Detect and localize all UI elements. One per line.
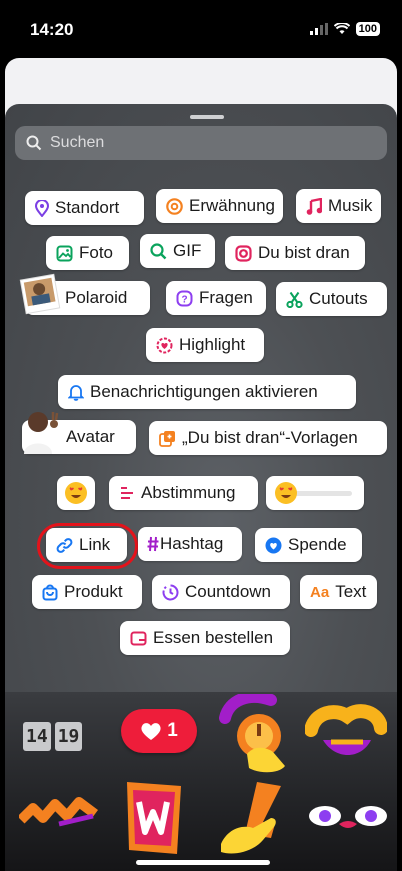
- scissors-icon: [286, 291, 303, 308]
- sticker-cutouts-label: Cutouts: [309, 289, 368, 308]
- status-icons: 100: [309, 22, 380, 36]
- sticker-hashtag-label: Hashtag: [160, 534, 224, 553]
- sticker-produkt-label: Produkt: [64, 582, 123, 601]
- mention-icon: [166, 197, 183, 215]
- sticker-abstimmung[interactable]: Abstimmung: [109, 476, 258, 510]
- sticker-vorlagen-label: „Du bist dran“-Vorlagen: [182, 428, 358, 447]
- search-icon: [26, 135, 42, 151]
- food-order-icon: [130, 631, 147, 645]
- sticker-produkt[interactable]: Produkt: [32, 575, 142, 609]
- sticker-musik-label: Musik: [328, 196, 373, 215]
- shopping-bag-icon: [42, 584, 58, 600]
- clock-minute: 19: [54, 722, 83, 751]
- sticker-du-bist-dran-label: Du bist dran: [258, 243, 350, 262]
- polaroid-photo-icon: [19, 273, 61, 315]
- sticker-countdown-label: Countdown: [185, 582, 272, 601]
- search-input[interactable]: [48, 133, 372, 153]
- sticker-spende-label: Spende: [288, 535, 347, 554]
- sticker-musik[interactable]: Musik: [296, 189, 381, 223]
- sticker-spende[interactable]: Spende: [255, 528, 362, 562]
- photo-icon: [56, 245, 73, 261]
- bell-icon: [68, 384, 84, 401]
- sticker-fragen[interactable]: ? Fragen: [166, 281, 266, 315]
- sticker-standort[interactable]: Standort: [25, 191, 144, 225]
- camera-icon: [235, 244, 252, 262]
- sticker-du-bist-dran[interactable]: Du bist dran: [225, 236, 365, 270]
- sticker-standort-label: Standort: [55, 198, 120, 217]
- emoji-slider-icon: [275, 482, 352, 504]
- sound-on-wordart-sticker[interactable]: [19, 794, 99, 834]
- text-aa-icon: Aa: [310, 583, 330, 601]
- sticker-essen-bestellen[interactable]: Essen bestellen: [120, 621, 290, 655]
- hashtag-icon: [147, 536, 159, 552]
- sticker-essen-bestellen-label: Essen bestellen: [153, 628, 274, 647]
- sticker-gif[interactable]: GIF: [140, 234, 215, 268]
- sticker-cutouts[interactable]: Cutouts: [276, 282, 387, 316]
- highlight-icon: [156, 337, 173, 353]
- heart-eyes-emoji-icon: [65, 482, 87, 504]
- countdown-timer-icon: [162, 584, 179, 600]
- battery-icon: 100: [355, 22, 380, 36]
- sticker-polaroid-label: Polaroid: [65, 288, 128, 307]
- sticker-erwaehnung-label: Erwähnung: [189, 196, 276, 215]
- sticker-text-label: Text: [335, 582, 367, 601]
- sticker-polaroid[interactable]: Polaroid: [19, 273, 150, 315]
- letter-l-hand-sticker[interactable]: [219, 778, 293, 858]
- letter-w-sticker[interactable]: [121, 776, 187, 860]
- sticker-gif-label: GIF: [173, 241, 202, 260]
- eyes-lips-sticker[interactable]: [305, 796, 391, 838]
- sticker-benachrichtigungen-label: Benachrichtigungen aktivieren: [90, 382, 318, 401]
- sticker-erwaehnung[interactable]: Erwähnung: [156, 189, 283, 223]
- status-time: 14:20: [30, 20, 74, 39]
- avatar-icon: [24, 412, 59, 454]
- donation-heart-icon: [265, 537, 282, 553]
- wifi-icon: [333, 23, 350, 34]
- sound-on-hand-sticker[interactable]: [219, 694, 295, 774]
- sticker-avatar-label: Avatar: [66, 427, 115, 446]
- sticker-hashtag[interactable]: Hashtag: [138, 527, 242, 561]
- template-icon: [159, 430, 175, 447]
- poll-icon: [121, 487, 133, 499]
- sticker-foto[interactable]: Foto: [46, 236, 129, 270]
- location-pin-icon: [35, 199, 49, 217]
- sticker-highlight-label: Highlight: [179, 335, 246, 354]
- sticker-emoji-reaction[interactable]: [57, 476, 95, 510]
- question-icon: ?: [176, 290, 193, 306]
- status-bar: 14:20 100: [0, 0, 402, 56]
- sticker-vorlagen[interactable]: „Du bist dran“-Vorlagen: [149, 421, 387, 455]
- sticker-emoji-slider[interactable]: [266, 476, 364, 510]
- sticker-fragen-label: Fragen: [199, 288, 253, 307]
- sticker-clock[interactable]: 14 19: [23, 722, 83, 751]
- sticker-foto-label: Foto: [79, 243, 114, 262]
- sheet-grabber[interactable]: [190, 115, 224, 119]
- sticker-highlight[interactable]: Highlight: [146, 328, 264, 362]
- music-note-icon: [306, 197, 322, 215]
- heart-icon: [141, 723, 161, 740]
- clock-hour: 14: [23, 722, 51, 751]
- sounds-wordart-sticker[interactable]: [305, 702, 387, 764]
- sticker-sheet: Standort Erwähnung Musik Foto GIF Du bis…: [5, 104, 397, 871]
- sticker-like-counter[interactable]: 1: [121, 709, 197, 753]
- gif-search-icon: [150, 242, 167, 259]
- home-indicator[interactable]: [136, 860, 270, 865]
- link-highlight-ring: [37, 523, 138, 569]
- sticker-abstimmung-label: Abstimmung: [141, 483, 236, 502]
- like-count: 1: [167, 720, 178, 741]
- sticker-gallery: 14 19 1: [5, 692, 397, 871]
- svg-text:?: ?: [181, 294, 187, 305]
- search-bar[interactable]: [15, 126, 387, 160]
- sticker-benachrichtigungen[interactable]: Benachrichtigungen aktivieren: [58, 375, 356, 409]
- sticker-avatar[interactable]: Avatar: [22, 412, 136, 454]
- signal-icon: [309, 23, 328, 35]
- sticker-countdown[interactable]: Countdown: [152, 575, 290, 609]
- sticker-text[interactable]: Aa Text: [300, 575, 377, 609]
